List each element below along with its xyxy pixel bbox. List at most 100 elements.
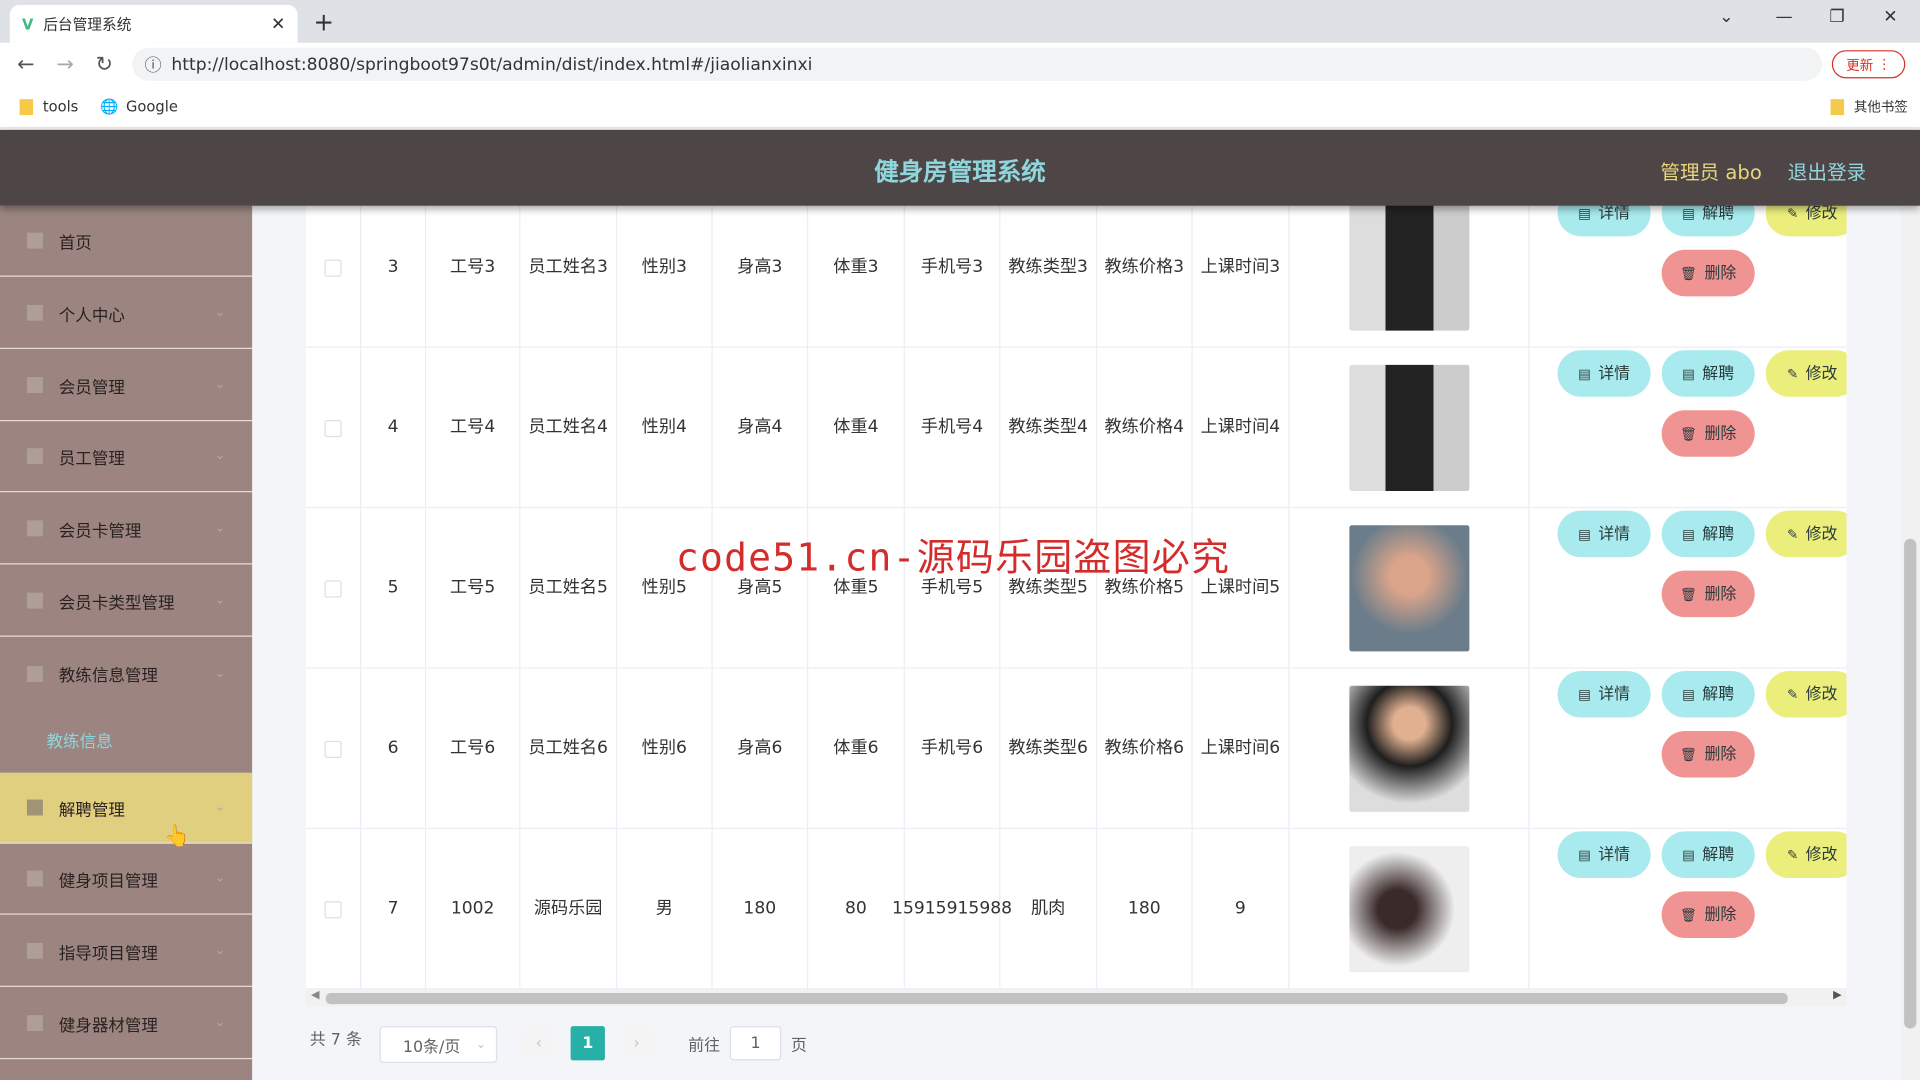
table-cell: 180 [713,828,809,990]
table-cell: ▤ 详情 ▤ 解聘 ✎ 修改 🗑 删除 [1529,508,1847,668]
row-checkbox[interactable] [324,579,342,597]
sidebar-item[interactable]: 教练信息管理 ⌄ [0,638,252,709]
other-bookmarks[interactable]: 其他书签 [1854,97,1908,117]
delete-button[interactable]: 🗑 删除 [1661,731,1755,778]
row-checkbox[interactable] [324,900,342,918]
delete-label: 删除 [1704,745,1737,764]
bookmark-google[interactable]: Google [126,98,178,115]
row-checkbox[interactable] [324,740,342,758]
table-row: 6 工号6 员工姓名6 性别6 身高6 体重6 手机号6 教练类型6 教练价格6 上课时间6 ▤ 详情… [306,668,1847,829]
delete-button[interactable]: 🗑 删除 [1661,570,1755,618]
logout-button[interactable]: 退出登录 [1788,156,1866,185]
cell-name: 员工姓名5 [528,577,608,598]
detail-button[interactable]: ▤ 详情 [1557,350,1651,397]
page-size-select[interactable]: 10条/页 ⌄ [379,1026,498,1063]
sidebar-item[interactable]: 个人中心 ⌄ [0,278,253,349]
edit-label: 修改 [1805,524,1838,544]
sidebar-item[interactable]: 指导项目管理 ⌄ [0,916,253,987]
close-tab-icon[interactable]: ✕ [271,14,285,34]
close-window-button[interactable]: ✕ [1883,7,1897,27]
scroll-thumb[interactable] [1904,538,1917,1029]
fire-label: 解聘 [1702,685,1735,704]
scroll-right-icon[interactable]: ▶ [1833,989,1841,1001]
detail-button[interactable]: ▤ 详情 [1557,831,1651,878]
table-cell [306,828,362,990]
row-checkbox[interactable] [324,419,342,437]
document-icon: ▤ [1578,365,1591,382]
update-button[interactable]: 更新 ⋮ [1831,50,1906,79]
delete-button[interactable]: 🗑 删除 [1661,410,1755,457]
url-field[interactable]: ⓘ http://localhost:8080/springboot97s0t/a… [132,47,1823,81]
fire-button[interactable]: ▤ 解聘 [1661,831,1755,878]
detail-button[interactable]: ▤ 详情 [1557,510,1651,558]
sidebar-item-label: 个人中心 [58,305,125,326]
tab-search-icon[interactable]: ⌄ [1719,7,1733,27]
trash-icon: 🗑 [1680,265,1698,282]
edit-button[interactable]: ✎ 修改 [1765,831,1847,878]
sidebar-item[interactable]: 首页 [0,206,253,277]
browser-tab[interactable]: V 后台管理系统 ✕ [9,4,298,43]
edit-button[interactable]: ✎ 修改 [1765,510,1847,558]
bookmarks-bar: tools 🌐 Google 其他书签 [0,85,1920,129]
cell-gonghao: 工号5 [450,577,496,598]
bookmark-tools[interactable]: tools [43,98,78,115]
sidebar-item[interactable]: 健身项目管理 ⌄ [0,844,253,915]
sidebar-item[interactable]: 会员管理 ⌄ [0,350,253,422]
prev-page-button[interactable]: ‹ [521,1026,556,1061]
sidebar-item-label: 会员卡类型管理 [58,593,175,613]
edit-button[interactable]: ✎ 修改 [1765,350,1847,397]
table-cell: 工号3 [426,187,521,348]
menu-icon [26,665,43,682]
new-tab-button[interactable]: + [313,7,334,36]
cell-weight: 体重6 [833,738,879,758]
hand-cursor-icon: 👆 [164,824,191,849]
table-cell: 1002 [426,828,521,990]
vertical-scrollbar[interactable] [1900,205,1920,1080]
detail-button[interactable]: ▤ 详情 [1557,671,1651,718]
document-icon: ▤ [1682,525,1695,542]
fire-button[interactable]: ▤ 解聘 [1661,671,1755,718]
menu-icon [26,448,43,465]
sidebar-item[interactable]: 会员卡类型管理 ⌄ [0,566,253,637]
delete-button[interactable]: 🗑 删除 [1661,249,1755,297]
table-cell [306,508,362,669]
table-cell: 身高3 [713,187,809,348]
table-cell: 源码乐园 [520,828,618,990]
fire-button[interactable]: ▤ 解聘 [1661,350,1755,397]
scroll-left-icon[interactable]: ◀ [311,989,319,1001]
table-cell: 上课时间3 [1193,187,1290,348]
page-1-button[interactable]: 1 [570,1026,605,1061]
table-cell: 教练价格6 [1097,668,1193,829]
forward-icon[interactable]: → [56,52,78,76]
sidebar-item[interactable]: 会员卡管理 ⌄ [0,493,253,565]
restore-button[interactable]: ❐ [1829,7,1844,27]
back-icon[interactable]: ← [17,52,39,76]
goto-page-input[interactable]: 1 [729,1026,782,1061]
fire-label: 解聘 [1702,845,1735,864]
row-checkbox[interactable] [324,258,342,277]
fire-button[interactable]: ▤ 解聘 [1661,510,1755,558]
menu-icon [26,799,43,816]
sidebar-item[interactable]: 健身器材管理 ⌄ [0,988,253,1060]
delete-button[interactable]: 🗑 删除 [1661,891,1755,938]
table-cell: 员工姓名3 [520,187,618,348]
reload-icon[interactable]: ↻ [96,52,118,76]
table-cell: ▤ 详情 ▤ 解聘 ✎ 修改 🗑 删除 [1529,669,1847,829]
sidebar-item[interactable]: 员工管理 ⌄ [0,421,253,493]
folder-icon [19,98,34,115]
table-cell: 7 [361,828,427,990]
edit-button[interactable]: ✎ 修改 [1765,671,1847,718]
scroll-thumb[interactable] [325,993,1788,1005]
submenu-item-coach-info[interactable]: 教练信息 [47,727,113,752]
coach-photo [1348,846,1469,973]
detail-label: 详情 [1598,685,1631,704]
table-cell: 教练类型3 [1000,187,1098,348]
chevron-down-icon: ⌄ [215,1016,226,1030]
next-page-button[interactable]: › [619,1026,654,1061]
cell-type: 肌肉 [1031,898,1066,919]
sidebar-item[interactable]: 解聘管理 ⌄ [0,772,253,844]
minimize-button[interactable]: — [1776,7,1793,27]
horizontal-scrollbar[interactable]: ◀ ▶ [306,989,1847,1007]
menu-icon [26,377,43,394]
document-icon: ▤ [1578,846,1591,863]
